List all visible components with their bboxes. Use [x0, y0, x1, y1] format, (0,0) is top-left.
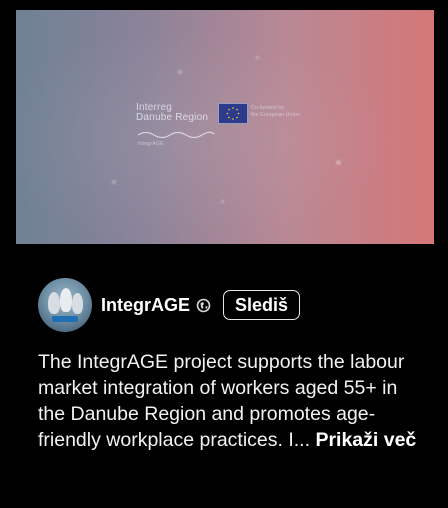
channel-row: IntegrAGE Slediš — [38, 278, 301, 332]
avatar-figure — [72, 293, 83, 314]
video-thumbnail[interactable]: Interreg Danube Region Co-funded by the … — [16, 10, 434, 244]
show-more-link[interactable]: Prikaži več — [315, 429, 416, 451]
eu-flag-icon — [218, 103, 248, 124]
project-tag: IntegrAGE — [138, 141, 164, 147]
eu-cofunded-text: Co-funded by the European Union — [251, 105, 300, 119]
interreg-logo: Interreg Danube Region — [136, 103, 208, 123]
light-speck — [178, 70, 182, 74]
wave-graphic — [137, 131, 215, 139]
light-speck — [221, 200, 224, 203]
avatar-ribbon — [52, 316, 78, 322]
eu-text-line1: Co-funded by — [251, 105, 285, 111]
globe-icon — [196, 298, 211, 313]
avatar[interactable] — [38, 278, 92, 332]
avatar-figure — [60, 288, 72, 312]
sponsor-logos: Interreg Danube Region Co-funded by the … — [136, 103, 326, 153]
channel-name[interactable]: IntegrAGE — [101, 295, 190, 316]
avatar-figure — [48, 292, 60, 314]
video-card: Interreg Danube Region Co-funded by the … — [0, 0, 448, 508]
light-speck — [112, 180, 116, 184]
eu-text-line2: the European Union — [251, 112, 300, 118]
interreg-logo-line2: Danube Region — [136, 112, 209, 123]
follow-button[interactable]: Slediš — [223, 290, 301, 320]
video-description: The IntegrAGE project supports the labou… — [38, 349, 422, 453]
light-speck — [336, 160, 341, 165]
light-speck — [256, 56, 259, 59]
